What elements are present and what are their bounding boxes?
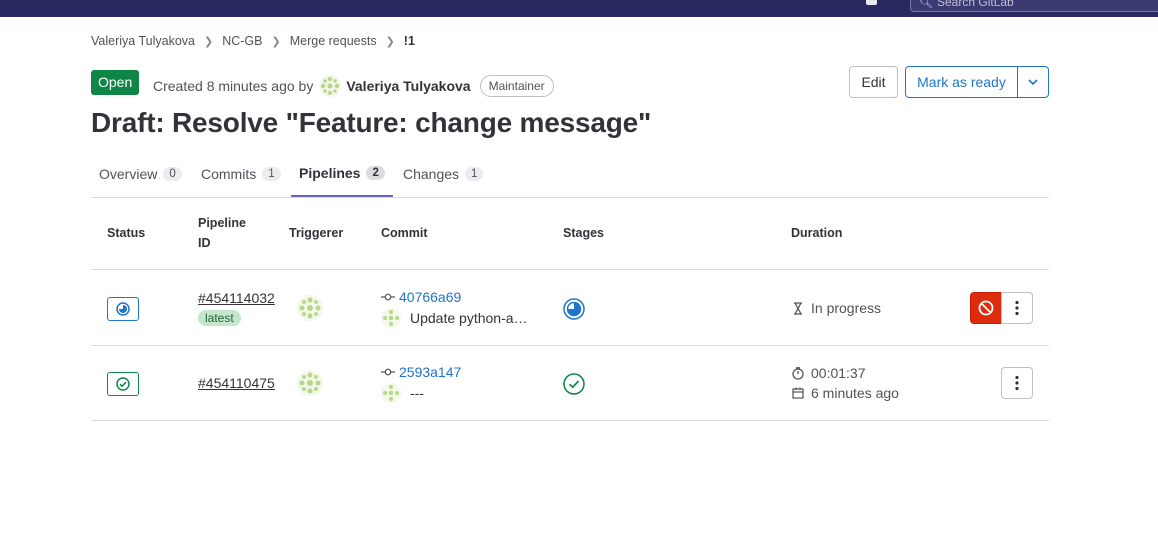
tab-label: Commits — [201, 166, 257, 182]
breadcrumb-item-merge-requests[interactable]: Merge requests — [290, 34, 377, 48]
triggerer-avatar[interactable] — [297, 295, 323, 321]
table-row: #454114032 latest 40766a69 Update python… — [91, 271, 1049, 346]
status-running-badge[interactable] — [107, 297, 139, 321]
status-passed-badge[interactable] — [107, 372, 139, 396]
commit-icon — [381, 293, 395, 301]
status-running-icon — [116, 302, 130, 316]
created-text: Created 8 minutes ago by — [153, 78, 314, 94]
chevron-down-icon[interactable] — [1018, 67, 1048, 97]
duration-text: In progress — [811, 300, 882, 316]
tab-pipelines[interactable]: Pipelines 2 — [291, 151, 393, 197]
author-name[interactable]: Valeriya Tulyakova — [346, 78, 470, 94]
header-commit: Commit — [381, 226, 428, 240]
tab-commits[interactable]: Commits 1 — [193, 151, 289, 197]
tab-count: 0 — [163, 167, 182, 181]
navbar-menu-icon[interactable] — [866, 0, 877, 5]
commit-icon — [381, 368, 395, 376]
search-icon: 🔍︎ — [919, 0, 933, 9]
tab-overview[interactable]: Overview 0 — [91, 151, 190, 197]
pipelines-table-header: Status Pipeline ID Triggerer Commit Stag… — [91, 198, 1049, 270]
commit-message: --- — [381, 383, 424, 403]
header-id: ID — [198, 236, 211, 250]
hourglass-icon — [791, 301, 805, 315]
cancel-icon — [978, 300, 994, 316]
mark-as-ready-split-button: Mark as ready — [905, 66, 1049, 98]
commit-sha-link[interactable]: 40766a69 — [399, 289, 461, 305]
latest-badge: latest — [198, 310, 241, 326]
edit-button[interactable]: Edit — [849, 66, 898, 98]
kebab-icon — [1015, 375, 1019, 391]
more-actions-button[interactable] — [1001, 292, 1033, 324]
stage-passed-icon[interactable] — [563, 373, 585, 395]
finished-cell: 6 minutes ago — [791, 385, 899, 401]
kebab-icon — [1015, 300, 1019, 316]
tab-label: Pipelines — [299, 165, 361, 181]
duration-text: 00:01:37 — [811, 365, 866, 381]
commit-message-link[interactable]: --- — [410, 385, 424, 401]
mark-as-ready-button[interactable]: Mark as ready — [906, 67, 1018, 97]
commit-sha-link[interactable]: 2593a147 — [399, 364, 461, 380]
pipeline-id-link[interactable]: #454110475 — [198, 375, 275, 391]
search-input[interactable]: 🔍︎ Search GitLab — [910, 0, 1158, 12]
timer-icon — [791, 366, 805, 380]
finished-text: 6 minutes ago — [811, 385, 899, 401]
search-placeholder: Search GitLab — [937, 0, 1014, 9]
chevron-right-icon: ❯ — [385, 35, 395, 48]
header-status: Status — [107, 226, 146, 240]
cancel-pipeline-button[interactable] — [970, 292, 1002, 324]
tab-changes[interactable]: Changes 1 — [395, 151, 491, 197]
more-actions-button[interactable] — [1001, 367, 1033, 399]
role-badge: Maintainer — [479, 75, 554, 97]
tab-count: 1 — [465, 167, 484, 181]
commit-sha: 2593a147 — [381, 364, 461, 380]
duration-cell: In progress — [791, 300, 881, 316]
header-pipeline: Pipeline — [198, 216, 246, 230]
page-title: Draft: Resolve "Feature: change message" — [91, 107, 652, 138]
header-stages: Stages — [563, 226, 604, 240]
breadcrumb-item-current[interactable]: !1 — [404, 34, 415, 48]
tab-count: 1 — [262, 167, 281, 181]
chevron-right-icon: ❯ — [271, 35, 281, 48]
chevron-right-icon: ❯ — [204, 35, 214, 48]
duration-cell: 00:01:37 — [791, 365, 866, 381]
tab-label: Changes — [403, 166, 460, 182]
commit-author-avatar[interactable] — [381, 308, 401, 328]
mr-status-badge: Open — [91, 70, 140, 95]
tab-count: 2 — [366, 166, 385, 180]
mr-created-info: Created 8 minutes ago by Valeriya Tulyak… — [153, 75, 554, 97]
author-avatar[interactable] — [319, 75, 342, 97]
stage-running-icon[interactable] — [563, 298, 585, 320]
header-triggerer: Triggerer — [289, 226, 344, 240]
status-passed-icon — [116, 377, 130, 391]
breadcrumb-item-user[interactable]: Valeriya Tulyakova — [91, 34, 195, 48]
breadcrumb-item-project[interactable]: NC-GB — [222, 34, 262, 48]
table-row: #454110475 2593a147 --- 00:01:37 6 minut… — [91, 346, 1049, 421]
commit-message: Update python-a… — [381, 308, 528, 328]
commit-message-link[interactable]: Update python-a… — [410, 310, 528, 326]
header-duration: Duration — [791, 226, 843, 240]
breadcrumb: Valeriya Tulyakova ❯ NC-GB ❯ Merge reque… — [91, 34, 415, 48]
triggerer-avatar[interactable] — [297, 370, 323, 396]
pipeline-id-link[interactable]: #454114032 — [198, 290, 275, 306]
commit-sha: 40766a69 — [381, 289, 461, 305]
commit-author-avatar[interactable] — [381, 383, 401, 403]
tab-label: Overview — [99, 166, 158, 182]
top-navbar: 🔍︎ Search GitLab — [0, 0, 1158, 17]
mr-tabs: Overview 0 Commits 1 Pipelines 2 Changes… — [91, 151, 1049, 198]
calendar-icon — [791, 387, 805, 399]
